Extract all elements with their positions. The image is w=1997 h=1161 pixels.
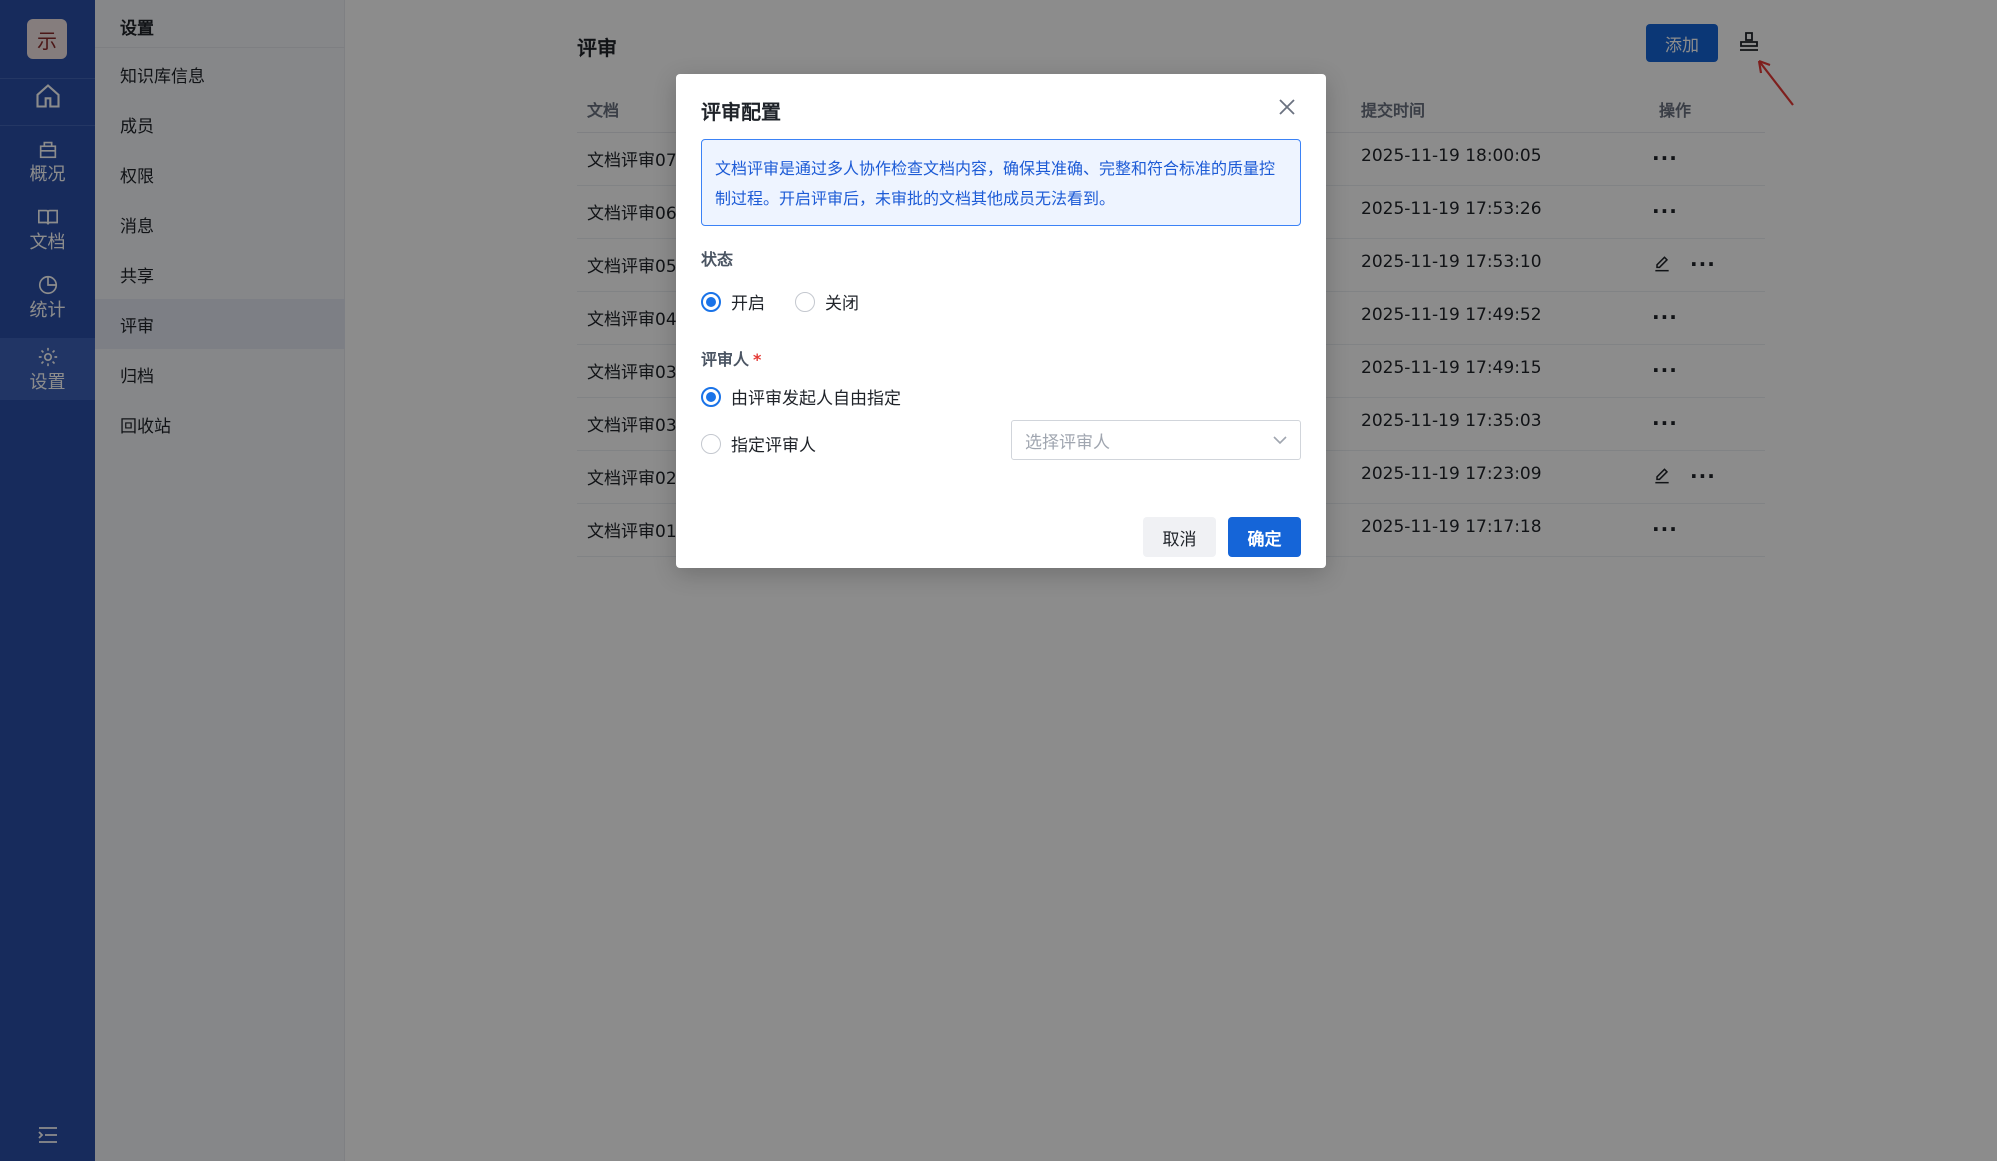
review-config-dialog: 评审配置 文档评审是通过多人协作检查文档内容，确保其准确、完整和符合标准的质量控… (676, 74, 1326, 568)
confirm-button[interactable]: 确定 (1228, 517, 1301, 557)
required-mark: * (753, 350, 762, 369)
reviewer-select[interactable]: 选择评审人 (1011, 420, 1301, 460)
radio-label: 开启 (731, 294, 765, 314)
radio-label: 指定评审人 (731, 436, 816, 456)
reviewer-assign-radio[interactable]: 指定评审人 (701, 431, 816, 456)
status-off-radio[interactable]: 关闭 (795, 289, 859, 314)
close-button[interactable] (1278, 98, 1296, 120)
status-label: 状态 (701, 250, 734, 269)
reviewer-free-radio[interactable]: 由评审发起人自由指定 (701, 384, 901, 409)
radio-label: 由评审发起人自由指定 (731, 389, 901, 409)
radio-label: 关闭 (825, 294, 859, 314)
radio-unchecked-icon (701, 433, 721, 454)
info-notice: 文档评审是通过多人协作检查文档内容，确保其准确、完整和符合标准的质量控制过程。开… (701, 139, 1301, 226)
dialog-title: 评审配置 (701, 100, 781, 124)
radio-unchecked-icon (795, 291, 815, 312)
radio-checked-icon (701, 386, 721, 407)
status-on-radio[interactable]: 开启 (701, 289, 765, 314)
cancel-button[interactable]: 取消 (1143, 517, 1216, 557)
radio-checked-icon (701, 291, 721, 312)
close-icon (1279, 99, 1295, 115)
reviewer-label: 评审人 * (701, 346, 761, 370)
reviewer-label-text: 评审人 (701, 350, 750, 369)
select-placeholder: 选择评审人 (1025, 432, 1110, 453)
chevron-down-icon (1273, 436, 1287, 445)
